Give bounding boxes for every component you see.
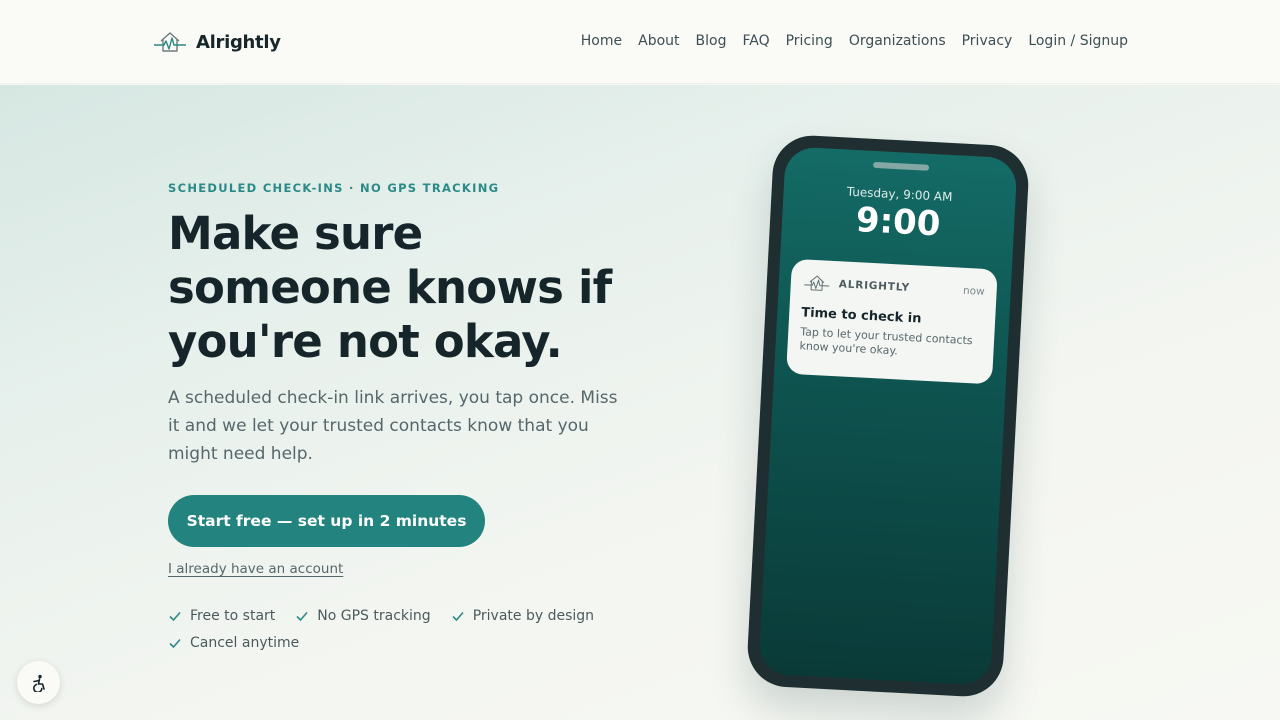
house-heartbeat-icon <box>804 275 830 291</box>
feature-list: Free to start No GPS tracking Private by… <box>168 608 608 651</box>
phone-mockup: Tuesday, 9:00 AM 9:00 ALRIGHTLY now Time… <box>745 133 1031 699</box>
phone-screen: Tuesday, 9:00 AM 9:00 ALRIGHTLY now Time… <box>758 146 1018 686</box>
phone-frame: Tuesday, 9:00 AM 9:00 ALRIGHTLY now Time… <box>745 133 1031 699</box>
feature-label: Free to start <box>190 608 276 624</box>
hero-headline: Make sure someone knows if you're not ok… <box>168 207 612 368</box>
nav-login-signup[interactable]: Login / Signup <box>1028 33 1128 49</box>
nav-faq[interactable]: FAQ <box>742 33 769 49</box>
notification-app-name: ALRIGHTLY <box>838 278 911 294</box>
existing-account-link[interactable]: I already have an account <box>168 561 343 577</box>
nav-about[interactable]: About <box>638 33 679 49</box>
brand-logo[interactable]: Alrightly <box>152 28 281 56</box>
nav-privacy[interactable]: Privacy <box>962 33 1013 49</box>
accessibility-button[interactable] <box>17 661 60 704</box>
main-nav: Home About Blog FAQ Pricing Organization… <box>581 33 1128 49</box>
notification-body: Tap to let your trusted contacts know yo… <box>799 325 973 358</box>
feature-label: Cancel anytime <box>190 635 300 651</box>
house-heartbeat-icon <box>154 32 186 52</box>
check-icon <box>169 611 181 622</box>
hero-subtext: A scheduled check-in link arrives, you t… <box>168 388 618 464</box>
check-in-notification: ALRIGHTLY now Time to check in Tap to le… <box>786 258 998 385</box>
accessibility-icon <box>32 674 45 692</box>
brand-name: Alrightly <box>196 31 281 53</box>
nav-home[interactable]: Home <box>581 33 622 49</box>
feature-item: Private by design <box>451 608 594 624</box>
hero-eyebrow: SCHEDULED CHECK-INS · NO GPS TRACKING <box>168 181 500 195</box>
site-header: Alrightly Home About Blog FAQ Pricing Or… <box>0 0 1280 84</box>
hero-section: SCHEDULED CHECK-INS · NO GPS TRACKING Ma… <box>0 85 1280 720</box>
feature-label: No GPS tracking <box>317 608 431 624</box>
feature-item: Free to start <box>168 608 275 624</box>
feature-item: No GPS tracking <box>295 608 431 624</box>
nav-organizations[interactable]: Organizations <box>849 33 946 49</box>
check-icon <box>452 611 464 622</box>
nav-pricing[interactable]: Pricing <box>786 33 833 49</box>
feature-label: Private by design <box>472 608 595 624</box>
notification-header: ALRIGHTLY now <box>802 271 985 302</box>
check-icon <box>169 638 181 649</box>
check-icon <box>296 611 308 622</box>
phone-speaker <box>872 161 930 171</box>
start-free-button[interactable]: Start free — set up in 2 minutes <box>168 495 485 547</box>
notification-time: now <box>962 284 985 298</box>
feature-item: Cancel anytime <box>168 635 299 651</box>
nav-blog[interactable]: Blog <box>696 33 727 49</box>
